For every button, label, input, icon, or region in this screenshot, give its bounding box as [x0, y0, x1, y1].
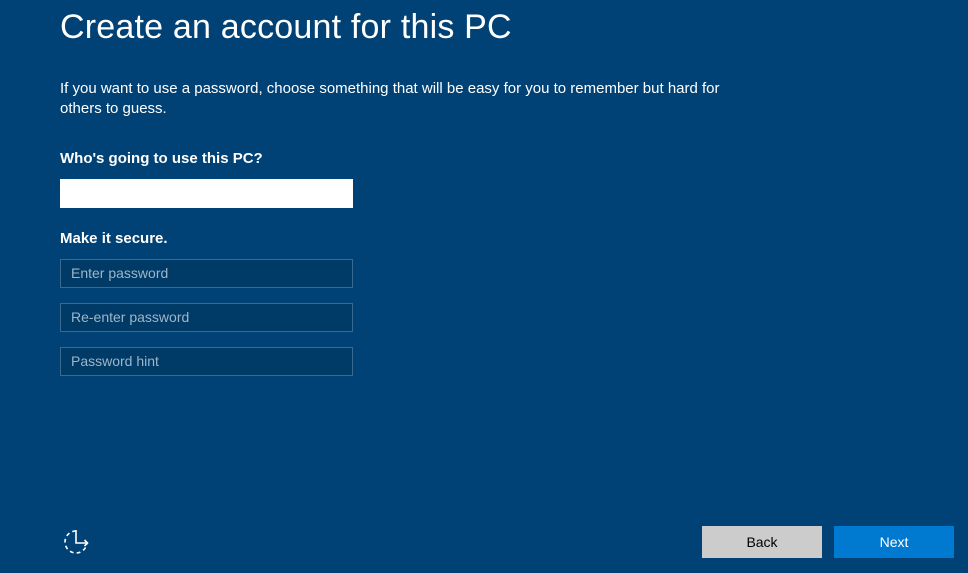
username-section-label: Who's going to use this PC? — [60, 150, 908, 167]
next-button[interactable]: Next — [834, 526, 954, 558]
password-input[interactable] — [60, 259, 353, 288]
password-section-label: Make it secure. — [60, 230, 908, 247]
back-button[interactable]: Back — [702, 526, 822, 558]
confirm-password-input[interactable] — [60, 303, 353, 332]
ease-of-access-icon[interactable] — [60, 526, 92, 558]
password-hint-input[interactable] — [60, 347, 353, 376]
username-input[interactable] — [60, 179, 353, 208]
page-description: If you want to use a password, choose so… — [60, 79, 720, 120]
page-title: Create an account for this PC — [60, 8, 908, 47]
